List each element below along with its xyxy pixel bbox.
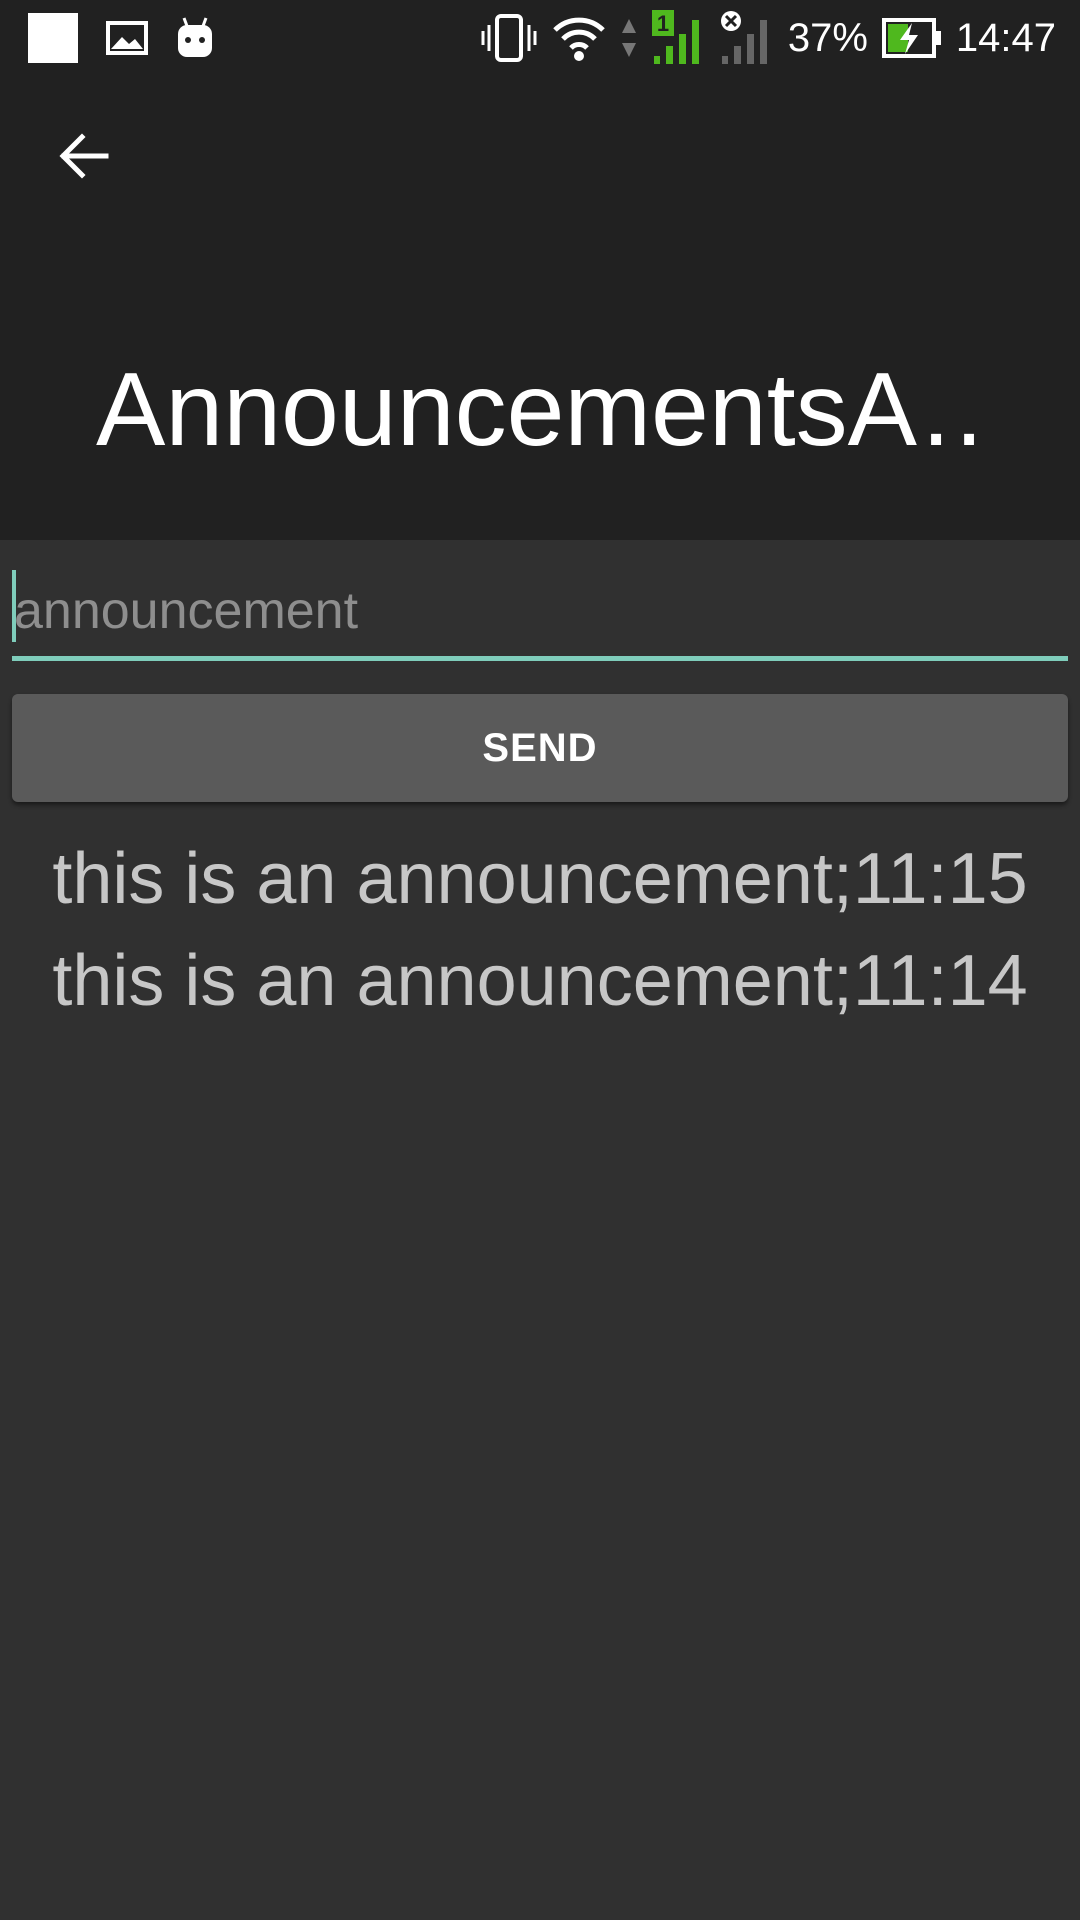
app-header: 1 37% 14:47 AnnouncementsA… (0, 0, 1080, 540)
page-title: AnnouncementsA… (96, 352, 996, 468)
send-button[interactable]: SEND (12, 694, 1068, 802)
data-arrows-icon (620, 15, 638, 61)
system-indicators: 1 37% 14:47 (480, 8, 1056, 68)
arrow-back-icon (58, 132, 110, 180)
signal-sim1-icon: 1 (651, 10, 706, 66)
announcement-input[interactable] (12, 568, 1070, 654)
signal-no-sim-icon (720, 10, 774, 66)
announcement-item: this is an announcement;11:15 (52, 839, 1028, 919)
status-bar: 1 37% 14:47 (0, 0, 1080, 76)
square-notification-icon (28, 13, 78, 63)
battery-charging-icon (881, 18, 942, 58)
image-icon (106, 21, 148, 55)
main-content: SEND this is an announcement;11:15 this … (0, 540, 1080, 1920)
battery-percent: 37% (787, 16, 868, 60)
notification-icons (28, 10, 214, 66)
wifi-icon (552, 14, 606, 62)
clock: 14:47 (955, 16, 1056, 60)
announcement-list: this is an announcement;11:15 this is an… (0, 828, 1080, 1032)
sim-number: 1 (657, 11, 669, 36)
back-button[interactable] (44, 116, 124, 196)
text-cursor (12, 570, 16, 642)
announcement-item: this is an announcement;11:14 (52, 941, 1028, 1021)
android-icon (176, 16, 214, 60)
screen: 1 37% 14:47 AnnouncementsA… announcement… (0, 0, 1080, 1920)
announcement-field[interactable] (12, 568, 1070, 661)
vibrate-icon (480, 13, 538, 63)
